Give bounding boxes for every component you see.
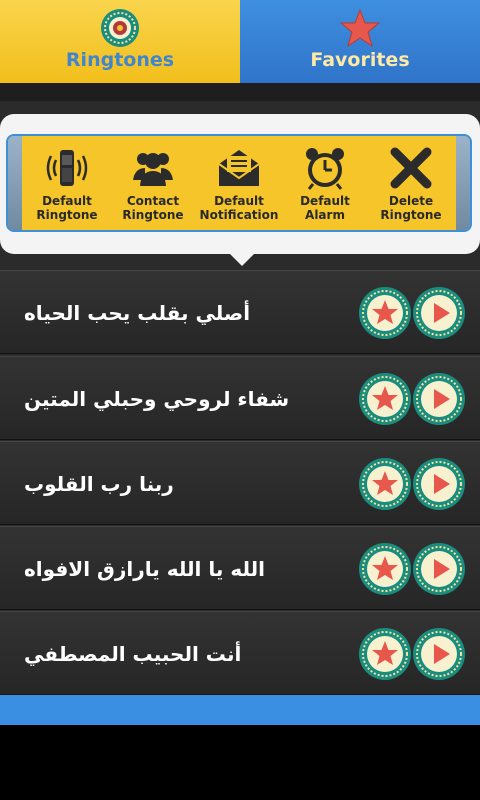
tab-favorites-label: Favorites xyxy=(310,49,410,71)
contact-ringtone-button[interactable]: Contact Ringtone xyxy=(110,136,196,230)
default-notification-button[interactable]: Default Notification xyxy=(196,136,282,230)
play-button[interactable] xyxy=(412,542,466,596)
ringtone-title: أنت الحبيب المصطفي xyxy=(24,642,242,666)
tool-label: Default Notification xyxy=(199,194,279,222)
tab-ringtones[interactable]: Ringtones xyxy=(0,0,240,83)
tab-favorites[interactable]: Favorites xyxy=(240,0,480,83)
close-x-icon xyxy=(390,147,432,189)
tool-label: Delete Ringtone xyxy=(380,194,442,222)
action-toolbar: Default Ringtone Contact Ringtone Defaul… xyxy=(6,134,472,232)
star-icon xyxy=(340,8,380,48)
ringtone-title: ربنا رب القلوب xyxy=(24,472,174,496)
tab-bar: Ringtones Favorites xyxy=(0,0,480,83)
envelope-icon xyxy=(218,150,260,186)
tool-label: Contact Ringtone xyxy=(122,194,184,222)
play-button[interactable] xyxy=(412,286,466,340)
bottom-area xyxy=(0,725,480,800)
default-alarm-button[interactable]: Default Alarm xyxy=(282,136,368,230)
play-button[interactable] xyxy=(412,627,466,681)
ringtone-title: أصلي بقلب يحب الحياه xyxy=(24,301,251,325)
favorite-star-button[interactable] xyxy=(358,286,412,340)
medallion-icon xyxy=(101,9,139,47)
toolbar-edge-right xyxy=(456,136,470,230)
popup-pointer xyxy=(228,252,256,266)
favorite-star-button[interactable] xyxy=(358,627,412,681)
toolbar-edge-left xyxy=(8,136,22,230)
play-button[interactable] xyxy=(412,457,466,511)
list-item[interactable]: ربنا رب القلوب xyxy=(0,441,480,525)
ringtone-title: الله يا الله يارازق الافواه xyxy=(24,557,266,581)
contacts-icon xyxy=(133,153,173,186)
tab-ringtones-label: Ringtones xyxy=(65,49,175,71)
quick-action-popup: Default Ringtone Contact Ringtone Defaul… xyxy=(0,114,480,270)
list-item[interactable]: أصلي بقلب يحب الحياه xyxy=(0,270,480,354)
divider xyxy=(0,83,480,101)
phone-ringing-icon xyxy=(46,150,88,186)
list-item[interactable]: شفاء لروحي وحبلي المتين xyxy=(0,356,480,440)
delete-ringtone-button[interactable]: Delete Ringtone xyxy=(368,136,454,230)
alarm-clock-icon xyxy=(306,148,344,190)
play-button[interactable] xyxy=(412,372,466,426)
tool-label: Default Alarm xyxy=(300,194,350,222)
default-ringtone-button[interactable]: Default Ringtone xyxy=(24,136,110,230)
favorite-star-button[interactable] xyxy=(358,372,412,426)
tool-label: Default Ringtone xyxy=(36,194,98,222)
favorite-star-button[interactable] xyxy=(358,542,412,596)
ringtone-title: شفاء لروحي وحبلي المتين xyxy=(24,387,290,411)
list-item[interactable]: أنت الحبيب المصطفي xyxy=(0,611,480,695)
favorite-star-button[interactable] xyxy=(358,457,412,511)
list-item[interactable]: الله يا الله يارازق الافواه xyxy=(0,526,480,610)
bottom-bar xyxy=(0,695,480,725)
